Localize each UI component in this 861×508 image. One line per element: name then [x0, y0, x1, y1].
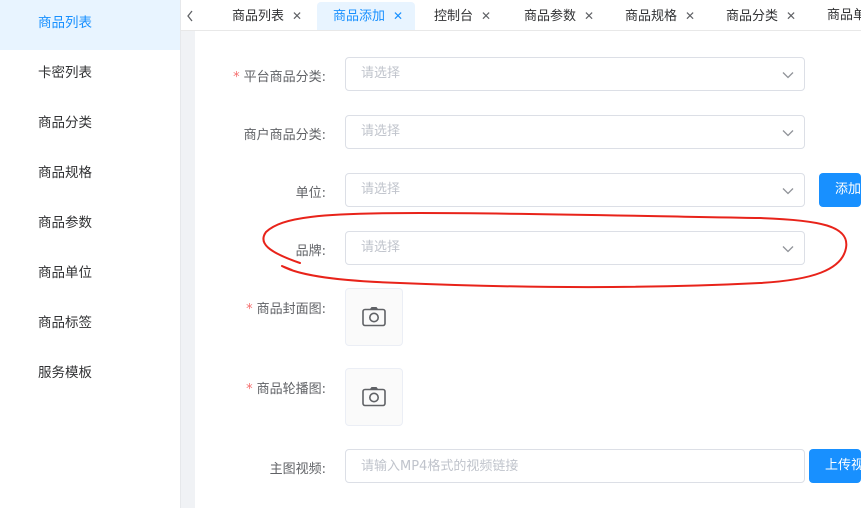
required-mark: * [246, 382, 253, 397]
cover-image-upload[interactable] [345, 288, 403, 346]
close-icon[interactable]: ✕ [481, 9, 491, 23]
close-icon[interactable]: ✕ [685, 9, 695, 23]
tab-product-list[interactable]: 商品列表 ✕ [216, 2, 314, 30]
merchant-category-label: 商户商品分类: [243, 128, 326, 143]
required-mark: * [233, 70, 240, 85]
sidebar-item-product-list[interactable]: 商品列表 [0, 0, 180, 50]
sidebar-item-product-params[interactable]: 商品参数 [0, 200, 180, 250]
sidebar: 商品列表 卡密列表 商品分类 商品规格 商品参数 商品单位 商品标签 服务模板 [0, 0, 181, 508]
close-icon[interactable]: ✕ [393, 9, 403, 23]
upload-video-button[interactable]: 上传视 [809, 449, 861, 483]
close-icon[interactable]: ✕ [292, 9, 302, 23]
tab-dashboard[interactable]: 控制台 ✕ [418, 2, 503, 30]
platform-category-select[interactable]: 请选择 [345, 57, 805, 91]
tab-label: 商品添加 [333, 9, 386, 24]
tab-scroll-left-button[interactable] [181, 0, 199, 30]
select-placeholder: 请选择 [361, 124, 401, 139]
sidebar-item-product-spec[interactable]: 商品规格 [0, 150, 180, 200]
camera-icon [362, 307, 386, 327]
tab-bar: 商品列表 ✕ 商品添加 ✕ 控制台 ✕ 商品参数 ✕ 商品规格 ✕ 商品分类 ✕ 商品单 [181, 0, 861, 31]
close-icon[interactable]: ✕ [584, 9, 594, 23]
unit-select[interactable]: 请选择 [345, 173, 805, 207]
tab-product-spec[interactable]: 商品规格 ✕ [609, 2, 707, 30]
tab-product-params[interactable]: 商品参数 ✕ [508, 2, 606, 30]
sidebar-item-service-template[interactable]: 服务模板 [0, 350, 180, 400]
required-mark: * [246, 302, 253, 317]
main-video-label: 主图视频: [269, 462, 326, 477]
tab-label: 商品列表 [232, 9, 285, 24]
chevron-down-icon [782, 130, 794, 137]
brand-select[interactable]: 请选择 [345, 231, 805, 265]
main-video-url-input[interactable] [345, 449, 805, 483]
carousel-image-upload[interactable] [345, 368, 403, 426]
tab-label: 控制台 [434, 9, 474, 24]
brand-label: 品牌: [295, 244, 326, 259]
camera-icon [362, 387, 386, 407]
tab-label: 商品分类 [726, 9, 779, 24]
product-form: *平台商品分类: 请选择 商户商品分类: 请选择 单位: 请选择 添加单 品牌:… [195, 31, 861, 508]
sidebar-item-product-category[interactable]: 商品分类 [0, 100, 180, 150]
sidebar-item-product-tags[interactable]: 商品标签 [0, 300, 180, 350]
sidebar-item-product-unit[interactable]: 商品单位 [0, 250, 180, 300]
merchant-category-select[interactable]: 请选择 [345, 115, 805, 149]
close-icon[interactable]: ✕ [786, 9, 796, 23]
select-placeholder: 请选择 [361, 182, 401, 197]
chevron-down-icon [782, 246, 794, 253]
chevron-down-icon [782, 188, 794, 195]
tab-product-category[interactable]: 商品分类 ✕ [710, 2, 808, 30]
tab-label: 商品规格 [625, 9, 678, 24]
tab-product-unit[interactable]: 商品单 [811, 2, 861, 30]
tab-label: 商品参数 [524, 9, 577, 24]
tab-label: 商品单 [827, 8, 861, 23]
select-placeholder: 请选择 [361, 66, 401, 81]
carousel-image-label: * 商品轮播图: [246, 382, 326, 397]
platform-category-label: * 平台商品分类: [233, 70, 326, 85]
chevron-left-icon [187, 10, 193, 21]
tab-product-add[interactable]: 商品添加 ✕ [317, 2, 416, 30]
sidebar-item-card-list[interactable]: 卡密列表 [0, 50, 180, 100]
unit-label: 单位: [295, 186, 326, 201]
cover-image-label: * 商品封面图: [246, 302, 326, 317]
select-placeholder: 请选择 [361, 240, 401, 255]
chevron-down-icon [782, 72, 794, 79]
add-unit-button[interactable]: 添加单 [819, 173, 861, 207]
